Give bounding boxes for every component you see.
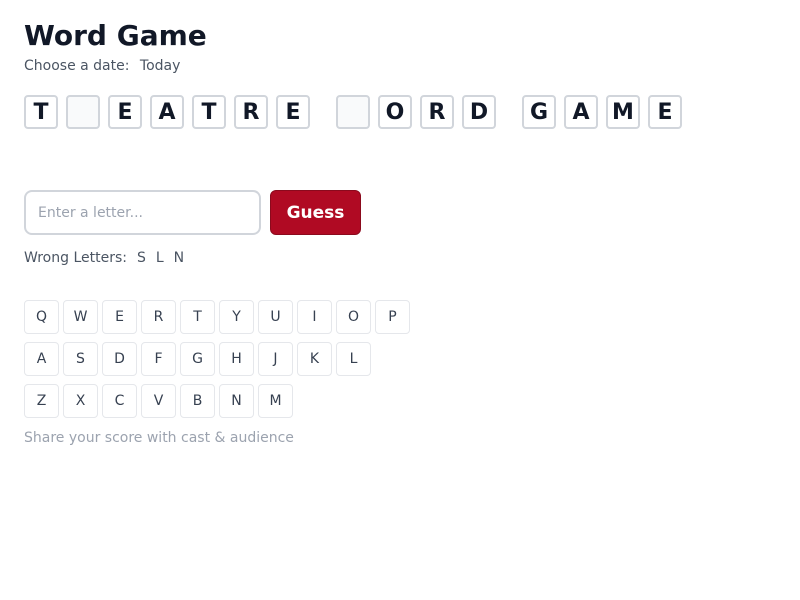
wrong-letters-list: SLN [137,249,184,267]
key-n[interactable]: N [219,384,254,418]
key-r[interactable]: R [141,300,176,334]
key-a[interactable]: A [24,342,59,376]
key-p[interactable]: P [375,300,410,334]
key-k[interactable]: K [297,342,332,376]
puzzle-board: TEATREORDGAME [24,95,682,129]
letter-tile: E [648,95,682,129]
letter-input[interactable] [24,190,261,235]
share-score-link[interactable]: Share your score with cast & audience [24,429,294,447]
key-t[interactable]: T [180,300,215,334]
puzzle-word: TEATRE [24,95,310,129]
key-q[interactable]: Q [24,300,59,334]
wrong-letters-row: Wrong Letters: SLN [24,249,184,267]
date-picker-value[interactable]: Today [140,58,181,74]
key-s[interactable]: S [63,342,98,376]
key-e[interactable]: E [102,300,137,334]
guess-button[interactable]: Guess [270,190,361,235]
key-l[interactable]: L [336,342,371,376]
key-b[interactable]: B [180,384,215,418]
letter-tile: E [276,95,310,129]
keyboard-row: ZXCVBNM [24,384,410,418]
key-c[interactable]: C [102,384,137,418]
key-x[interactable]: X [63,384,98,418]
key-g[interactable]: G [180,342,215,376]
keyboard-row: ASDFGHJKL [24,342,410,376]
key-h[interactable]: H [219,342,254,376]
key-v[interactable]: V [141,384,176,418]
date-picker-label: Choose a date: [24,58,130,74]
page-title: Word Game [24,19,207,52]
key-i[interactable]: I [297,300,332,334]
keyboard-row: QWERTYUIOP [24,300,410,334]
puzzle-word: GAME [522,95,682,129]
key-o[interactable]: O [336,300,371,334]
wrong-letter: S [136,250,146,266]
letter-tile-empty [66,95,100,129]
letter-tile: D [462,95,496,129]
letter-tile: O [378,95,412,129]
wrong-letter: L [155,250,164,266]
letter-tile: E [108,95,142,129]
letter-tile: G [522,95,556,129]
word-game-page: Word Game Choose a date: Today TEATREORD… [0,0,800,600]
letter-tile: T [24,95,58,129]
key-z[interactable]: Z [24,384,59,418]
date-picker: Choose a date: Today [24,57,180,75]
key-m[interactable]: M [258,384,293,418]
key-u[interactable]: U [258,300,293,334]
letter-tile: M [606,95,640,129]
letter-tile: A [564,95,598,129]
wrong-letter: N [173,250,185,266]
letter-tile-empty [336,95,370,129]
letter-tile: R [234,95,268,129]
letter-tile: A [150,95,184,129]
key-d[interactable]: D [102,342,137,376]
wrong-letters-label: Wrong Letters: [24,250,127,266]
key-f[interactable]: F [141,342,176,376]
puzzle-word: ORD [336,95,496,129]
key-y[interactable]: Y [219,300,254,334]
letter-tile: R [420,95,454,129]
letter-tile: T [192,95,226,129]
key-j[interactable]: J [258,342,293,376]
on-screen-keyboard: QWERTYUIOP ASDFGHJKL ZXCVBNM [24,300,410,418]
key-w[interactable]: W [63,300,98,334]
